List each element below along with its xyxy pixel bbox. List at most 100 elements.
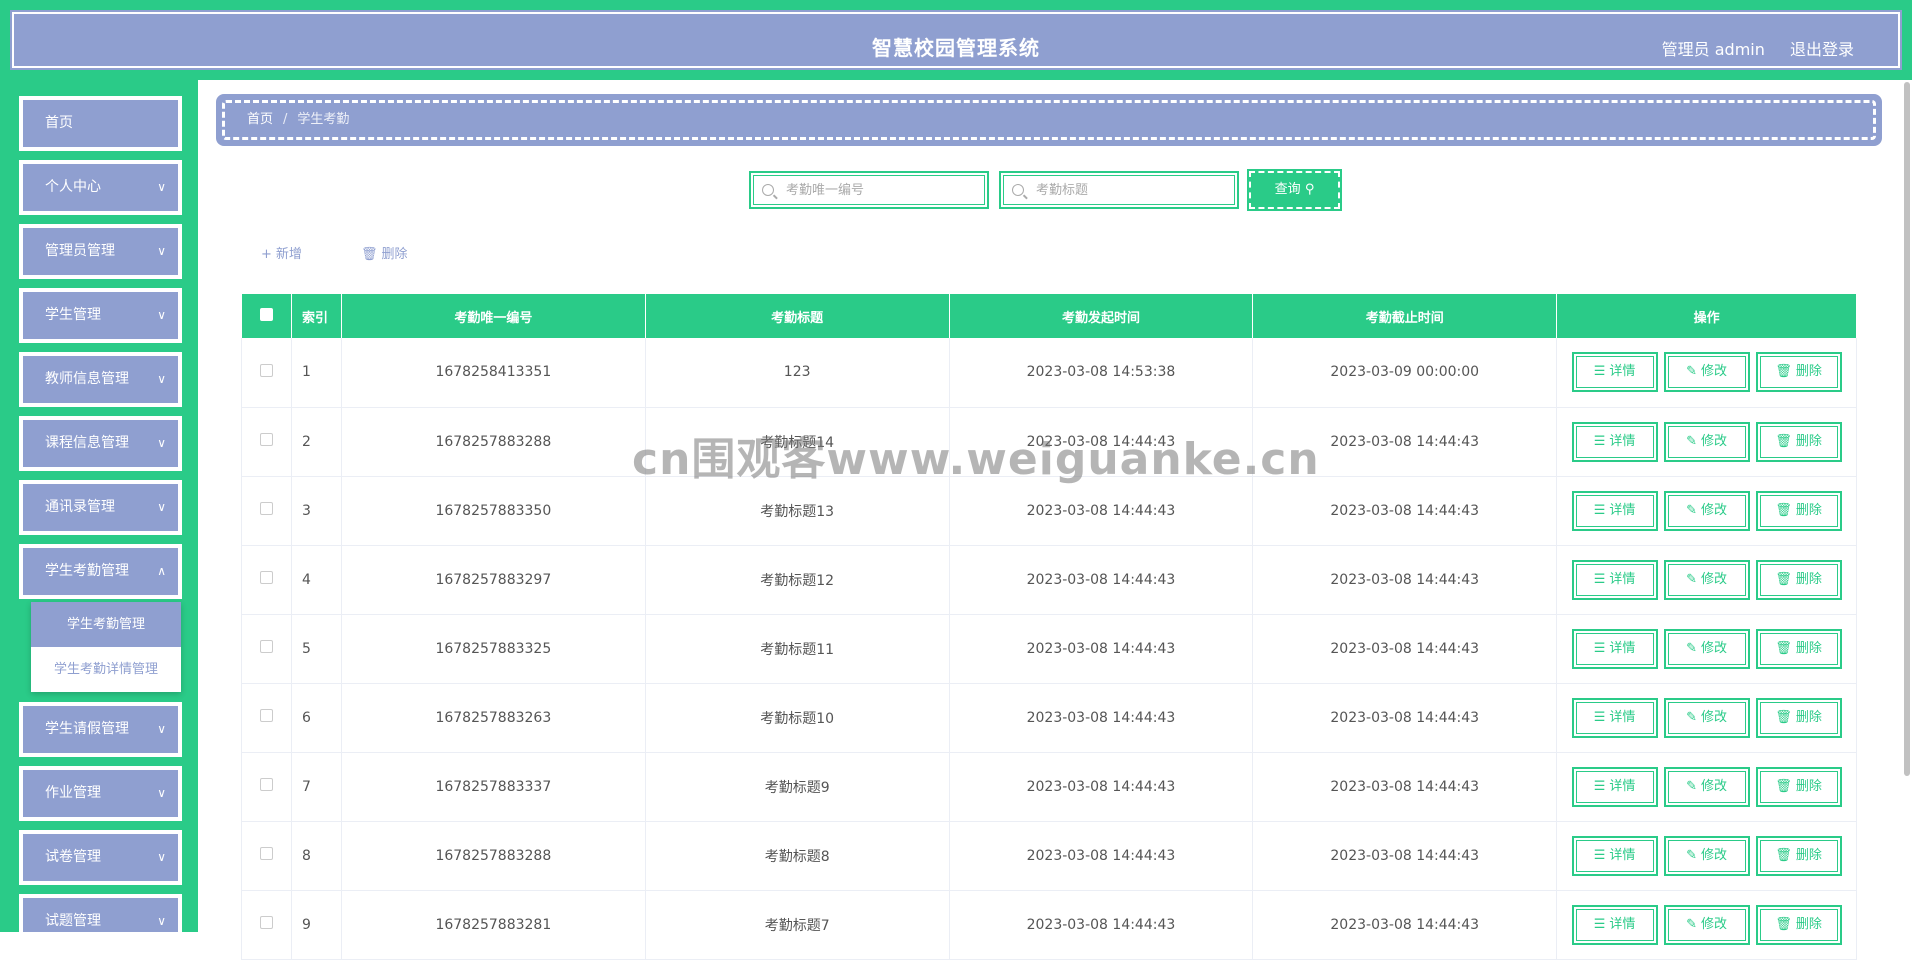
detail-button[interactable]: ☰ 详情 [1571,628,1658,669]
sidebar-item-attendance-management[interactable]: 学生考勤管理 ∧ [19,544,182,599]
edit-button-inner: ✎ 修改 [1667,908,1746,941]
sidebar-item-label: 首页 [45,115,73,131]
cell-index: 8 [291,821,342,891]
cell-end-time: 2023-03-09 00:00:00 [1252,338,1558,408]
detail-button-inner: ☰ 详情 [1575,701,1654,734]
table-row: 7 1678257883337 考勤标题9 2023-03-08 14:44:43 20… [241,752,1857,822]
row-select-cell [241,890,292,960]
detail-button[interactable]: ☰ 详情 [1571,904,1658,945]
delete-button-label: 删除 [1795,847,1822,863]
page-scrollbar[interactable] [1904,82,1910,776]
sidebar-item-label: 作业管理 [45,785,101,801]
chevron-down-icon: ∨ [157,786,166,800]
row-checkbox[interactable] [259,709,273,722]
delete-button[interactable]: 🗑 删除 [1755,559,1842,600]
edit-button[interactable]: ✎ 修改 [1663,490,1750,531]
add-button[interactable]: + 新增 [261,243,302,262]
cell-id: 1678257883350 [341,476,646,546]
edit-button[interactable]: ✎ 修改 [1663,559,1750,600]
delete-button[interactable]: 🗑 删除 [1755,421,1842,462]
edit-button-label: 修改 [1701,916,1728,932]
detail-button[interactable]: ☰ 详情 [1571,559,1658,600]
delete-button[interactable]: 🗑 删除 [1755,766,1842,807]
delete-button-inner: 🗑 删除 [1759,770,1838,803]
trash-icon: 🗑 [1775,433,1792,449]
detail-button-label: 详情 [1609,916,1636,932]
row-checkbox[interactable] [259,433,273,446]
trash-icon: 🗑 [1775,778,1792,794]
row-checkbox[interactable] [259,640,273,653]
edit-button[interactable]: ✎ 修改 [1663,766,1750,807]
select-all-checkbox[interactable] [259,307,273,321]
edit-icon: ✎ [1686,916,1697,932]
cell-start-time: 2023-03-08 14:44:43 [949,752,1254,822]
delete-button[interactable]: 🗑 删除 [1755,352,1842,393]
row-checkbox[interactable] [259,502,273,515]
edit-icon: ✎ [1686,502,1697,518]
detail-button[interactable]: ☰ 详情 [1571,766,1658,807]
trash-icon: 🗑 [1775,640,1792,656]
sidebar-item-label: 学生请假管理 [45,721,129,737]
sidebar-item-teacher-info-management[interactable]: 教师信息管理 ∨ [19,352,182,407]
cell-title: 123 [645,338,950,408]
col-end-time: 考勤截止时间 [1252,294,1558,338]
edit-button[interactable]: ✎ 修改 [1663,904,1750,945]
cell-operations: ☰ 详情 ✎ 修改 🗑 删除 [1556,614,1857,684]
search-id-input[interactable] [784,181,964,199]
delete-button-inner: 🗑 删除 [1759,563,1838,596]
edit-button[interactable]: ✎ 修改 [1663,352,1750,393]
chevron-down-icon: ∨ [157,914,166,928]
delete-button-label: 删除 [1795,709,1822,725]
detail-button-inner: ☰ 详情 [1575,839,1654,872]
sidebar-item-course-info-management[interactable]: 课程信息管理 ∨ [19,416,182,471]
row-checkbox[interactable] [259,363,273,377]
query-button[interactable]: 查询 ⚲ [1247,169,1342,211]
edit-icon: ✎ [1686,571,1697,587]
row-checkbox[interactable] [259,778,273,791]
breadcrumb-current: 学生考勤 [297,112,350,127]
submenu-item-attendance[interactable]: 学生考勤管理 [31,602,181,647]
row-checkbox[interactable] [259,916,273,929]
sidebar-item-personal-center[interactable]: 个人中心 ∨ [19,160,182,215]
delete-button[interactable]: 🗑 删除 [1755,490,1842,531]
detail-button[interactable]: ☰ 详情 [1571,835,1658,876]
sidebar-item-leave-management[interactable]: 学生请假管理 ∨ [19,702,182,757]
search-title-input[interactable] [1034,181,1214,199]
edit-icon: ✎ [1686,847,1697,863]
detail-button[interactable]: ☰ 详情 [1571,352,1658,393]
row-checkbox[interactable] [259,847,273,860]
delete-button[interactable]: 🗑 删除 [1755,904,1842,945]
breadcrumb-home[interactable]: 首页 [247,112,273,127]
delete-button[interactable]: 🗑 删除 [1755,697,1842,738]
batch-delete-button[interactable]: 🗑 删除 [361,243,408,262]
edit-button[interactable]: ✎ 修改 [1663,421,1750,462]
sidebar-item-contacts-management[interactable]: 通讯录管理 ∨ [19,480,182,535]
row-checkbox[interactable] [259,571,273,584]
sidebar-item-home[interactable]: 首页 [19,96,182,151]
sidebar-item-homework-management[interactable]: 作业管理 ∨ [19,766,182,821]
detail-button[interactable]: ☰ 详情 [1571,490,1658,531]
edit-button[interactable]: ✎ 修改 [1663,697,1750,738]
sidebar-item-admin-management[interactable]: 管理员管理 ∨ [19,224,182,279]
logout-button[interactable]: 退出登录 [1790,40,1854,59]
sidebar-item-label: 课程信息管理 [45,435,129,451]
detail-button[interactable]: ☰ 详情 [1571,697,1658,738]
edit-button-inner: ✎ 修改 [1667,839,1746,872]
detail-button[interactable]: ☰ 详情 [1571,421,1658,462]
cell-title: 考勤标题9 [645,752,950,822]
delete-button[interactable]: 🗑 删除 [1755,628,1842,669]
cell-id: 1678257883325 [341,614,646,684]
edit-button[interactable]: ✎ 修改 [1663,628,1750,669]
trash-icon: 🗑 [1775,571,1792,587]
delete-button-inner: 🗑 删除 [1759,632,1838,665]
sidebar-item-question-management[interactable]: 试题管理 ∨ [19,894,182,932]
sidebar-item-label: 学生管理 [45,307,101,323]
sidebar-item-student-management[interactable]: 学生管理 ∨ [19,288,182,343]
sidebar-item-exam-paper-management[interactable]: 试卷管理 ∨ [19,830,182,885]
edit-button-inner: ✎ 修改 [1667,494,1746,527]
submenu-item-attendance-detail[interactable]: 学生考勤详情管理 [31,647,181,692]
detail-button-inner: ☰ 详情 [1575,908,1654,941]
delete-button[interactable]: 🗑 删除 [1755,835,1842,876]
edit-button[interactable]: ✎ 修改 [1663,835,1750,876]
edit-button-label: 修改 [1701,571,1728,587]
